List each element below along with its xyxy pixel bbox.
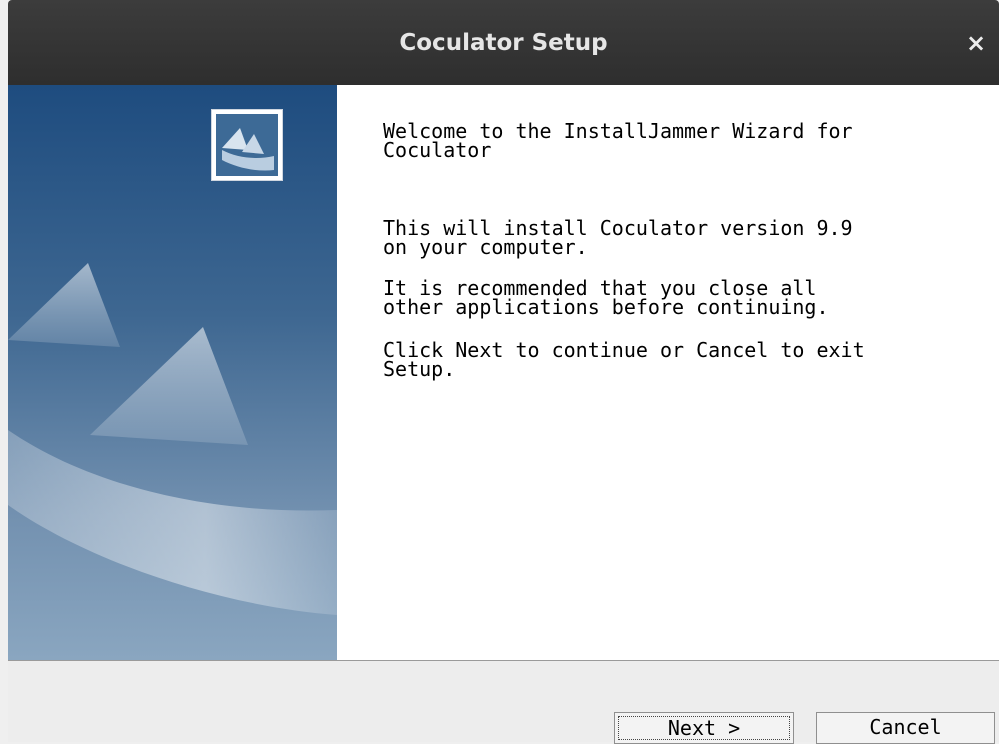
wizard-side-banner (8, 85, 337, 660)
title-bar[interactable]: Coculator Setup × (8, 0, 999, 85)
install-info-text: This will install Coculator version 9.9 … (383, 216, 853, 259)
wizard-content: Welcome to the InstallJammer Wizard for … (337, 85, 999, 660)
cancel-button[interactable]: Cancel (816, 712, 995, 744)
window-title: Coculator Setup (399, 30, 608, 56)
instructions-text: Click Next to continue or Cancel to exit… (383, 338, 865, 381)
next-button-label: Next > (618, 716, 790, 740)
footer-divider (8, 660, 999, 661)
close-icon[interactable]: × (963, 30, 989, 56)
welcome-heading: Welcome to the InstallJammer Wizard for … (383, 119, 853, 162)
recommendation-text: It is recommended that you close all oth… (383, 276, 829, 319)
next-button[interactable]: Next > (614, 712, 794, 744)
installjammer-logo-icon (211, 109, 283, 181)
banner-graphic (8, 263, 337, 615)
setup-window: Coculator Setup × Welcome to the Install… (8, 0, 999, 744)
